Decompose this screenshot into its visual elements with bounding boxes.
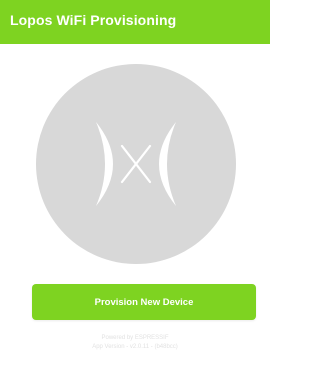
app-version-text: App Version - v2.0.11 - (b48bcc) — [92, 344, 178, 350]
espressif-logo-icon — [36, 64, 236, 264]
app-bar: Lopos WiFi Provisioning — [0, 0, 270, 44]
provision-button-label: Provision New Device — [94, 296, 194, 308]
footer: Powered by ESPRESSIF App Version - v2.0.… — [0, 334, 270, 352]
provision-new-device-button[interactable]: Provision New Device — [32, 284, 256, 320]
powered-by-text: Powered by ESPRESSIF — [101, 335, 169, 341]
app-title: Lopos WiFi Provisioning — [10, 12, 177, 28]
